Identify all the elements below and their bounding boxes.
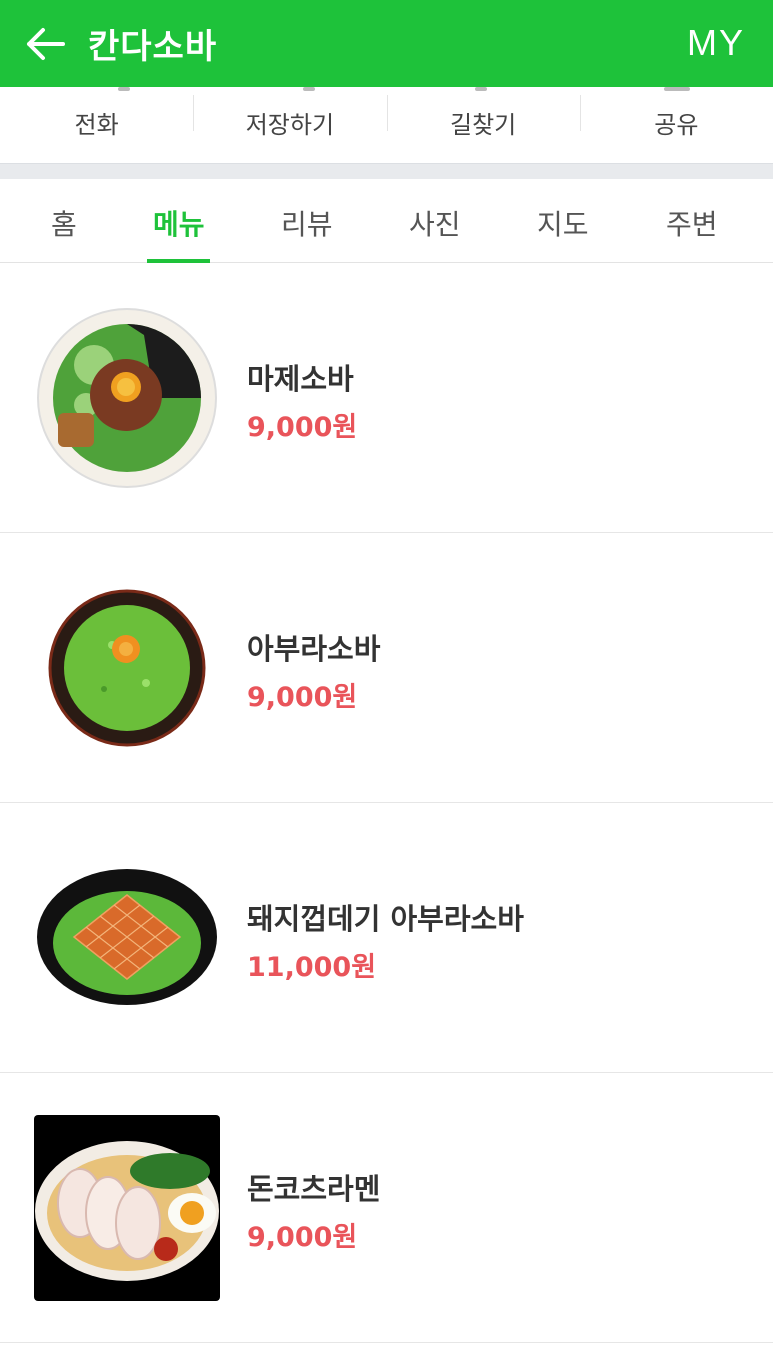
page-title: 칸다소바 bbox=[88, 27, 218, 67]
menu-item-pork-skin-aburasoba[interactable]: 돼지껍데기 아부라소바 11,000원 bbox=[0, 803, 773, 1073]
section-divider bbox=[0, 163, 773, 179]
call-label: 전화 bbox=[74, 111, 119, 139]
tab-nearby[interactable]: 주변 bbox=[666, 203, 718, 243]
save-action[interactable]: 저장하기 bbox=[193, 87, 386, 163]
pork-skin-aburasoba-photo bbox=[37, 869, 217, 1005]
menu-item-mazesoba[interactable]: 마제소바 9,000원 bbox=[0, 263, 773, 533]
tab-home[interactable]: 홈 bbox=[51, 203, 77, 243]
menu-item-name: 돈코츠라멘 bbox=[247, 1172, 381, 1206]
menu-item-price: 9,000원 bbox=[247, 682, 358, 713]
menu-item-price: 9,000원 bbox=[247, 412, 358, 443]
menu-item-price: 9,000원 bbox=[247, 1222, 358, 1253]
phone-icon bbox=[118, 87, 130, 91]
mazesoba-photo bbox=[37, 308, 217, 488]
directions-label: 길찾기 bbox=[450, 111, 517, 139]
directions-icon bbox=[474, 87, 487, 91]
directions-action[interactable]: 길찾기 bbox=[386, 87, 580, 163]
tab-bar: 홈 메뉴 리뷰 사진 지도 주변 bbox=[0, 179, 773, 263]
share-label: 공유 bbox=[654, 111, 699, 139]
my-button[interactable]: MY bbox=[687, 22, 745, 64]
tab-photos[interactable]: 사진 bbox=[409, 203, 461, 243]
menu-item-name: 아부라소바 bbox=[247, 632, 381, 666]
share-action[interactable]: 공유 bbox=[579, 87, 773, 163]
tab-reviews[interactable]: 리뷰 bbox=[281, 203, 333, 243]
tonkotsu-ramen-photo bbox=[34, 1115, 220, 1301]
menu-item-name: 돼지껍데기 아부라소바 bbox=[247, 902, 524, 936]
menu-item-price: 11,000원 bbox=[247, 952, 377, 983]
call-action[interactable]: 전화 bbox=[0, 87, 193, 163]
menu-list: 마제소바 9,000원 아부라소바 9,000원 돼지껍데기 아부라소바 11,… bbox=[0, 263, 773, 1343]
top-app-bar: 칸다소바 MY bbox=[0, 0, 773, 87]
share-icon bbox=[663, 87, 690, 91]
aburasoba-photo bbox=[48, 589, 206, 747]
back-arrow-icon[interactable] bbox=[24, 23, 66, 65]
menu-item-tonkotsu-ramen[interactable]: 돈코츠라멘 9,000원 bbox=[0, 1073, 773, 1343]
menu-item-name: 마제소바 bbox=[247, 362, 354, 396]
tab-menu[interactable]: 메뉴 bbox=[153, 203, 205, 243]
tab-map[interactable]: 지도 bbox=[537, 203, 589, 243]
bookmark-icon bbox=[303, 87, 316, 91]
action-bar: 전화 저장하기 길찾기 공유 bbox=[0, 87, 773, 163]
save-label: 저장하기 bbox=[245, 111, 335, 139]
menu-item-aburasoba[interactable]: 아부라소바 9,000원 bbox=[0, 533, 773, 803]
